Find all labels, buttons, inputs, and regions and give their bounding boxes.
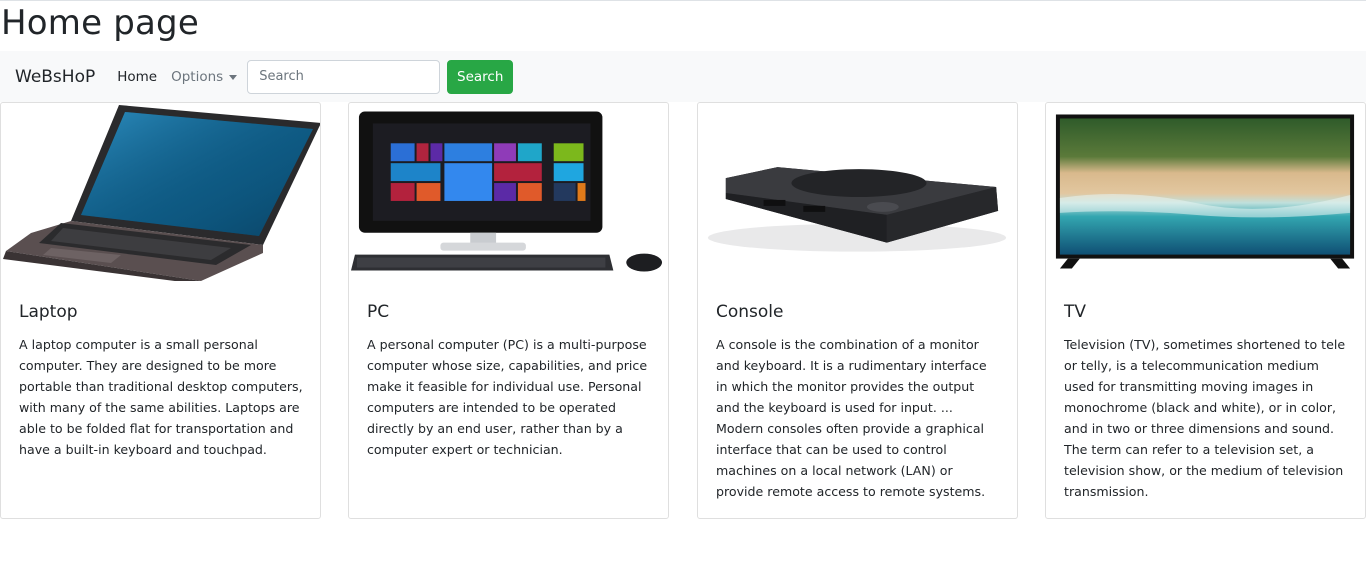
card-text: A console is the combination of a monito… [716, 337, 987, 499]
product-card-pc: PC A personal computer (PC) is a multi-p… [348, 102, 669, 519]
nav-home-link[interactable]: Home [117, 69, 157, 85]
card-title: Laptop [19, 302, 78, 322]
card-text: A laptop computer is a small personal co… [19, 337, 303, 457]
laptop-image [3, 105, 320, 281]
top-divider [0, 0, 1366, 1]
product-card-laptop: Laptop A laptop computer is a small pers… [0, 102, 321, 519]
card-title: PC [367, 302, 390, 322]
page-title: Home page [1, 3, 199, 43]
card-title: Console [716, 302, 784, 322]
nav-options-label: Options [171, 68, 224, 85]
card-title: TV [1064, 302, 1087, 322]
navbar: WeBsHoP Home Options Search [0, 51, 1366, 102]
search-button[interactable]: Search [447, 59, 514, 94]
desktop-pc-image [350, 111, 663, 272]
nav-options-dropdown[interactable]: Options [171, 68, 238, 85]
product-card-tv: TV Television (TV), sometimes shortened … [1045, 102, 1366, 519]
card-text: Television (TV), sometimes shortened to … [1064, 337, 1346, 499]
television-image [1055, 114, 1355, 269]
navbar-brand[interactable]: WeBsHoP [15, 67, 95, 87]
product-card-console: Console A console is the combination of … [697, 102, 1018, 519]
caret-down-icon [229, 74, 238, 80]
game-console-image [707, 167, 1007, 252]
card-text: A personal computer (PC) is a multi-purp… [367, 337, 648, 457]
search-input[interactable] [247, 59, 441, 94]
